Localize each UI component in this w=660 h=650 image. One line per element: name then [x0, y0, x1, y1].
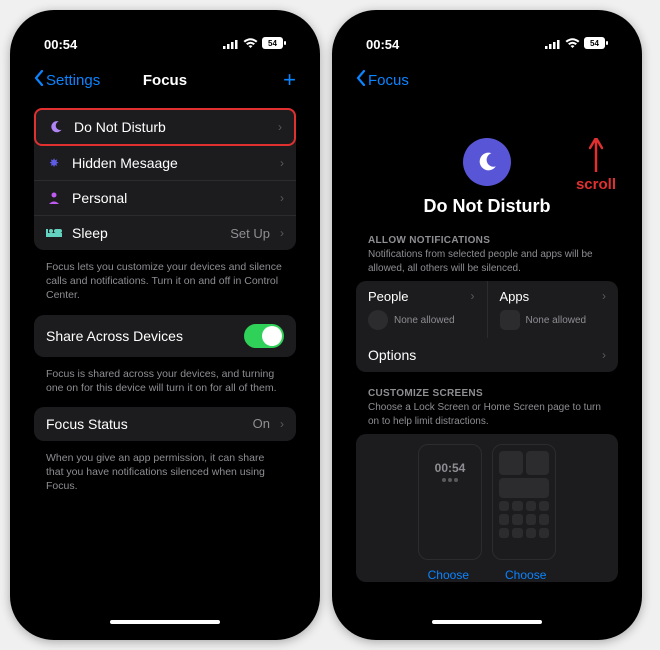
focus-modes-group: Do Not Disturb › ✸ Hidden Mesaage › Pers…	[34, 108, 296, 250]
row-trail: On	[253, 416, 270, 431]
allow-split: People › None allowed Apps ›	[356, 281, 618, 338]
screen-right: 00:54 54 Focus	[342, 20, 632, 630]
home-indicator[interactable]	[110, 620, 220, 624]
battery-icon: 54	[584, 37, 608, 52]
paw-icon: ✸	[46, 155, 62, 171]
chevron-right-icon: ›	[280, 191, 284, 205]
nav-bar: Settings Focus +	[20, 60, 310, 100]
allow-apps[interactable]: Apps › None allowed	[488, 281, 619, 338]
app-icon-placeholder	[500, 310, 520, 330]
back-button[interactable]: Focus	[356, 70, 443, 90]
modes-footer: Focus lets you customize your devices an…	[34, 256, 296, 315]
chevron-right-icon: ›	[602, 289, 606, 304]
allow-group: People › None allowed Apps ›	[356, 281, 618, 372]
signal-icon	[545, 37, 561, 52]
cell-label: People	[368, 289, 408, 304]
allow-people[interactable]: People › None allowed	[356, 281, 488, 338]
mode-label: Hidden Mesaage	[72, 155, 270, 171]
hero-moon-icon	[463, 138, 511, 186]
phone-left: 00:54 54 Settings Focus +	[10, 10, 320, 640]
home-widget-wide	[499, 478, 549, 498]
lock-widgets	[442, 478, 458, 482]
mode-personal[interactable]: Personal ›	[34, 181, 296, 216]
chevron-right-icon: ›	[280, 226, 284, 240]
choose-row: Choose Choose	[356, 564, 618, 582]
share-across-devices[interactable]: Share Across Devices	[34, 315, 296, 357]
svg-text:54: 54	[590, 39, 599, 48]
back-button[interactable]: Settings	[34, 70, 121, 90]
battery-icon: 54	[262, 37, 286, 52]
screens-previews: 00:54	[356, 434, 618, 564]
back-label: Settings	[46, 72, 100, 89]
choose-lock-button[interactable]: Choose	[428, 568, 469, 582]
screens-sub: Choose a Lock Screen or Home Screen page…	[356, 401, 618, 434]
person-icon	[46, 190, 62, 206]
screens-group: 00:54	[356, 434, 618, 582]
moon-icon	[48, 119, 64, 135]
chevron-right-icon: ›	[280, 417, 284, 431]
people-avatar-placeholder	[368, 310, 388, 330]
chevron-right-icon: ›	[280, 156, 284, 170]
wifi-icon	[565, 37, 580, 52]
share-footer: Focus is shared across your devices, and…	[34, 363, 296, 407]
cell-label: Apps	[500, 289, 530, 304]
screens-header: CUSTOMIZE SCREENS	[356, 388, 618, 401]
annot-text: scroll	[576, 176, 616, 193]
dynamic-island	[437, 20, 537, 46]
screen-left: 00:54 54 Settings Focus +	[20, 20, 310, 630]
none-allowed-label: None allowed	[394, 315, 455, 326]
add-button[interactable]: +	[209, 67, 296, 93]
share-group: Share Across Devices	[34, 315, 296, 357]
chevron-left-icon	[356, 70, 366, 90]
mode-label: Personal	[72, 190, 270, 206]
lock-screen-preview[interactable]: 00:54	[418, 444, 482, 560]
svg-text:54: 54	[268, 39, 277, 48]
hero: Do Not Disturb scroll	[356, 108, 618, 235]
mode-do-not-disturb[interactable]: Do Not Disturb ›	[34, 108, 296, 146]
none-allowed-label: None allowed	[526, 315, 587, 326]
status-group: Focus Status On ›	[34, 407, 296, 441]
lock-time: 00:54	[435, 461, 466, 475]
status-indicators: 54	[223, 37, 286, 52]
chevron-right-icon: ›	[278, 120, 282, 134]
mode-label: Sleep	[72, 225, 220, 241]
hero-title: Do Not Disturb	[356, 196, 618, 217]
page-title: Focus	[121, 72, 208, 89]
wifi-icon	[243, 37, 258, 52]
mode-label: Do Not Disturb	[74, 119, 268, 135]
row-label: Share Across Devices	[46, 328, 234, 344]
home-apps	[499, 501, 549, 538]
focus-status[interactable]: Focus Status On ›	[34, 407, 296, 441]
allow-header: ALLOW NOTIFICATIONS	[356, 235, 618, 248]
status-footer: When you give an app permission, it can …	[34, 447, 296, 506]
mode-sleep[interactable]: Sleep Set Up ›	[34, 216, 296, 250]
scroll-annotation: scroll	[576, 138, 616, 193]
mode-hidden-message[interactable]: ✸ Hidden Mesaage ›	[34, 146, 296, 181]
chevron-right-icon: ›	[471, 289, 475, 304]
status-time: 00:54	[366, 37, 399, 52]
share-toggle[interactable]	[244, 324, 284, 348]
signal-icon	[223, 37, 239, 52]
back-label: Focus	[368, 72, 409, 89]
choose-home-button[interactable]: Choose	[505, 568, 546, 582]
home-widgets	[499, 451, 549, 475]
bed-icon	[46, 225, 62, 241]
allow-sub: Notifications from selected people and a…	[356, 248, 618, 281]
home-screen-preview[interactable]	[492, 444, 556, 560]
chevron-right-icon: ›	[602, 348, 606, 362]
content-area[interactable]: Do Not Disturb › ✸ Hidden Mesaage › Pers…	[20, 100, 310, 630]
status-time: 00:54	[44, 37, 77, 52]
allow-options[interactable]: Options ›	[356, 338, 618, 372]
content-area[interactable]: Do Not Disturb scroll ALLOW NOTIFICATION…	[342, 100, 632, 630]
mode-trail: Set Up	[230, 226, 270, 241]
nav-bar: Focus	[342, 60, 632, 100]
status-indicators: 54	[545, 37, 608, 52]
row-label: Focus Status	[46, 416, 243, 432]
phone-right: 00:54 54 Focus	[332, 10, 642, 640]
chevron-left-icon	[34, 70, 44, 90]
row-label: Options	[368, 347, 592, 363]
home-indicator[interactable]	[432, 620, 542, 624]
dynamic-island	[115, 20, 215, 46]
